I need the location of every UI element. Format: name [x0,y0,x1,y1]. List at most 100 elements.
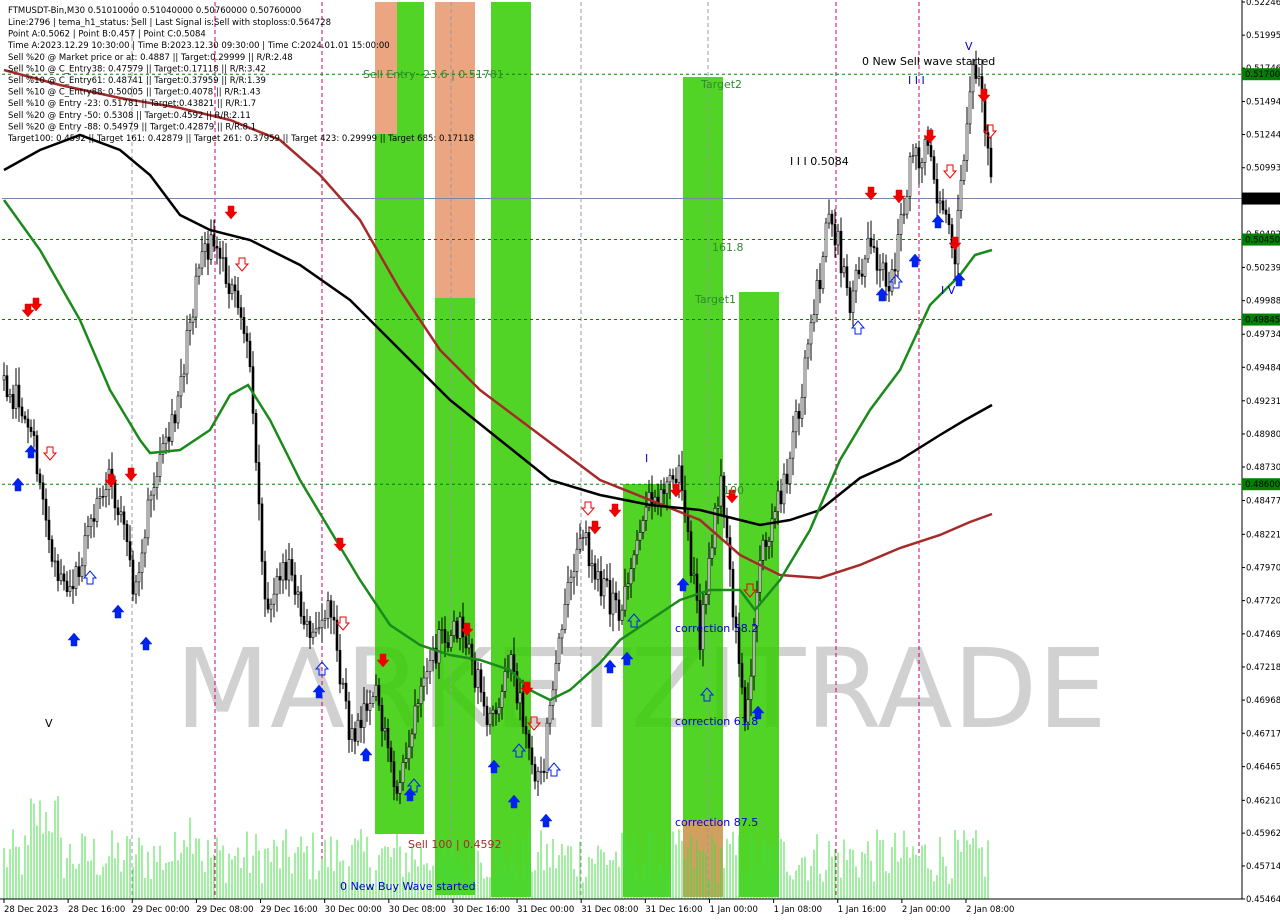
candle-body [356,719,360,742]
new-buy-wave-label: 0 New Buy Wave started [340,880,476,893]
candle-body [191,316,195,323]
candle-body [113,481,117,509]
price-tick-label: 0.46968 [1246,696,1280,706]
candle-body [443,629,447,643]
point-c-label: I I I 0.5084 [790,155,849,168]
candle-body [416,703,420,707]
candle-body [923,139,927,163]
candle-body [29,426,33,432]
time-axis: 28 Dec 2023 28 Dec 16:00 29 Dec 00:00 29 De… [0,898,1242,915]
candle-body [695,573,699,601]
candle-body [476,669,480,688]
info-line: Sell %20 @ Entry -88: 0.54979 || Target:… [8,122,256,132]
candle-body [521,692,525,727]
sell-100-label: Sell 100 | 0.4592 [408,838,502,851]
candle-body [50,539,54,562]
price-tick-label: 0.47218 [1246,663,1280,673]
candle-body [308,620,312,638]
wave-v-top-label: V [965,40,973,53]
candle-body [782,473,786,505]
candle-body [599,571,603,597]
price-tick-label: 0.50993 [1246,164,1280,174]
price-tick-label: 0.51244 [1246,131,1280,141]
candle-body [119,511,123,516]
candle-body [425,671,429,679]
candle-body [863,258,867,277]
candle-body [719,475,723,507]
candle-body [359,719,363,728]
candle-body [410,733,414,748]
candle-body [371,696,375,704]
candle-body [539,770,543,773]
candle-body [896,234,900,272]
candle-body [272,593,276,605]
candle-body [635,539,639,556]
signal-zone [435,2,475,298]
candle-body [131,559,135,595]
candle-body [320,619,324,629]
candle-body [8,394,12,398]
candle-body [332,616,336,621]
level-price-tag-label: 0.48600 [1245,480,1280,490]
candle-body [587,532,591,567]
candle-body [125,523,129,542]
candle-body [215,245,219,249]
candle-body [938,200,942,204]
candle-body [128,541,132,561]
time-tick-label: 29 Dec 08:00 [196,905,253,915]
fib-161-label: 161.8 [712,241,744,254]
info-line: Target100: 0.4592 || Target 161: 0.42879… [7,134,474,144]
candle-body [428,660,432,673]
candle-body [464,636,468,649]
candle-body [302,616,306,625]
candle-body [254,412,258,463]
candle-body [233,284,237,292]
candle-body [620,609,624,621]
symbol-header: FTMUSDT-Bin,M30 0.51010000 0.51040000 0.… [8,6,301,16]
candle-body [665,481,669,494]
candle-body [347,700,351,740]
candle-body [812,314,816,324]
price-tick-label: 0.46465 [1246,763,1280,773]
candle-body [401,762,405,784]
candle-body [674,478,678,483]
wave-i-label: I [645,452,648,465]
candle-body [242,317,246,334]
candle-body [71,586,75,589]
candle-body [440,629,444,631]
candle-body [326,600,330,619]
candle-body [548,705,552,724]
candle-body [467,643,471,649]
candle-body [857,269,861,275]
info-line: Sell %20 @ Entry -50: 0.5308 || Target:0… [8,111,251,121]
price-tick-label: 0.48477 [1246,496,1280,506]
price-tick-label: 0.47720 [1246,597,1280,607]
candle-body [785,473,789,485]
info-line: Time A:2023.12.29 10:30:00 | Time B:2023… [7,41,390,51]
candle-body [221,257,225,259]
candle-body [170,414,174,442]
price-tick-label: 0.49734 [1246,330,1280,340]
price-tick-label: 0.51995 [1246,31,1280,41]
candle-body [380,705,384,732]
candle-body [350,728,354,740]
candle-body [368,703,372,711]
candle-body [710,547,714,559]
time-tick-label: 30 Dec 16:00 [453,905,510,915]
wave-iii-label: I I I [908,74,925,87]
candle-body [407,746,411,760]
candle-body [149,494,153,501]
candle-body [932,156,936,180]
candle-body [59,573,63,581]
candle-body [908,156,912,197]
candle-body [659,489,663,504]
candle-body [5,375,9,398]
candle-body [281,562,285,581]
candle-body [902,213,906,216]
signal-zone [397,2,424,834]
price-tick-label: 0.49988 [1246,297,1280,307]
candle-body [881,262,885,270]
candle-body [68,586,72,592]
info-line: Sell %20 @ Market price or at: 0.4887 ||… [8,53,293,63]
time-tick-label: 31 Dec 00:00 [517,905,574,915]
